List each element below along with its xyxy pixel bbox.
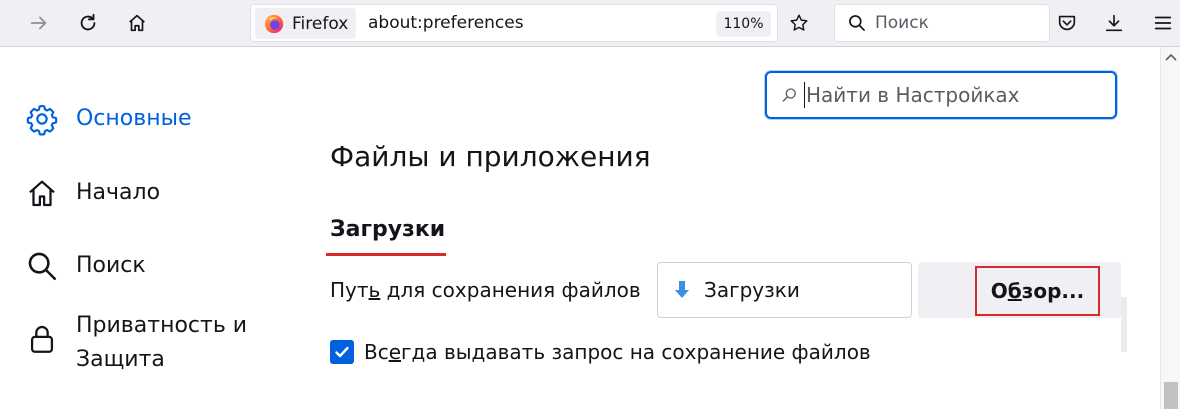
bookmark-button[interactable] [782, 6, 816, 40]
checkmark-icon [335, 346, 349, 358]
url-text[interactable]: about:preferences [368, 13, 524, 33]
section-title: Файлы и приложения [330, 140, 651, 173]
lock-icon [24, 321, 60, 357]
sidebar-item-label: Поиск [76, 253, 146, 278]
search-bar[interactable]: Поиск [834, 4, 1050, 42]
sidebar-item-home[interactable]: Начало [24, 175, 160, 211]
sidebar-item-label: Основные [76, 106, 192, 131]
forward-icon [30, 16, 47, 30]
browser-toolbar: Firefox about:preferences 110% Поиск [0, 0, 1180, 47]
home-button[interactable] [120, 6, 154, 40]
identity-label: Firefox [292, 13, 349, 34]
menu-icon [1154, 16, 1172, 30]
always-ask-label: Всегда выдавать запрос на сохранение фай… [364, 340, 871, 364]
subsection-title: Загрузки [330, 217, 446, 242]
scrollbar-thumb[interactable] [1164, 382, 1178, 409]
highlight-underline [326, 253, 446, 256]
menu-button[interactable] [1146, 6, 1180, 40]
scroll-up-arrow-icon[interactable] [1165, 53, 1177, 61]
reload-icon [80, 13, 96, 31]
gear-icon [24, 101, 60, 137]
sidebar-item-privacy[interactable]: Приватность и Защита [24, 309, 256, 377]
pocket-button[interactable] [1050, 6, 1084, 40]
firefox-logo-icon [264, 14, 284, 33]
downloads-button[interactable] [1097, 6, 1131, 40]
sidebar-item-label: Начало [76, 180, 161, 205]
download-icon [1105, 14, 1123, 32]
download-folder-field[interactable]: Загрузки [657, 262, 912, 318]
download-folder-name: Загрузки [704, 278, 800, 302]
search-bar-placeholder: Поиск [875, 13, 929, 33]
forward-button[interactable] [22, 6, 56, 40]
scrollbar[interactable] [1160, 47, 1180, 409]
sidebar-item-general[interactable]: Основные [24, 101, 192, 137]
find-placeholder: Найти в Настройках [806, 83, 1020, 107]
home-icon [24, 175, 60, 211]
browse-button-highlight[interactable]: Обзор... [975, 266, 1100, 316]
always-ask-checkbox[interactable] [330, 340, 354, 364]
find-in-settings-input[interactable]: Найти в Настройках [765, 71, 1117, 119]
download-arrow-icon [675, 281, 689, 298]
bookmark-star-icon [790, 14, 808, 31]
sidebar-item-search[interactable]: Поиск [24, 248, 146, 284]
reload-button[interactable] [71, 6, 105, 40]
search-icon [782, 88, 796, 102]
browse-button-label: Обзор... [990, 279, 1085, 303]
preferences-page: Основные Начало Поиск Приватность и Защи… [0, 47, 1160, 409]
home-icon [129, 14, 145, 32]
url-bar[interactable]: Firefox about:preferences 110% [250, 4, 778, 42]
pocket-icon [1058, 15, 1076, 31]
zoom-indicator[interactable]: 110% [716, 11, 771, 37]
search-icon [24, 248, 60, 284]
divider [1121, 297, 1127, 352]
always-ask-checkbox-row[interactable]: Всегда выдавать запрос на сохранение фай… [330, 340, 871, 364]
search-icon [849, 15, 865, 31]
sidebar-item-label: Приватность и Защита [76, 313, 248, 372]
text-caret [804, 82, 805, 108]
download-path-label: Путь для сохранения файлов [330, 278, 641, 302]
identity-box[interactable]: Firefox [255, 8, 356, 39]
